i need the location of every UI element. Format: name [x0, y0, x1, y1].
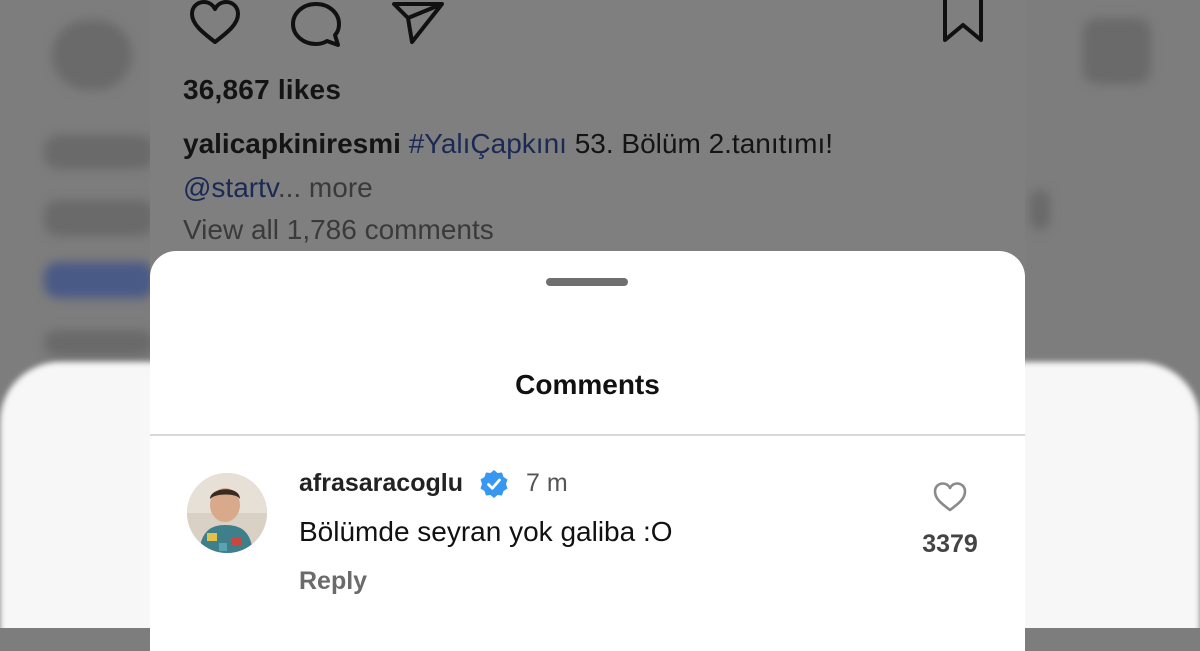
- caption-text: 53. Bölüm 2.tanıtımı!: [566, 128, 834, 159]
- blurred-text: [44, 200, 154, 236]
- blurred-text: [1030, 190, 1050, 230]
- caption-more[interactable]: ... more: [278, 172, 373, 203]
- blurred-text: [44, 135, 154, 169]
- post-action-bar: [150, 0, 1025, 50]
- caption-hashtag[interactable]: #YalıÇapkını: [409, 128, 567, 159]
- view-all-comments-link[interactable]: View all 1,786 comments: [183, 214, 494, 246]
- post-caption: yalicapkiniresmi #YalıÇapkını 53. Bölüm …: [183, 122, 1003, 210]
- comment-like-count: 3379: [922, 530, 978, 558]
- sheet-drag-handle[interactable]: [546, 278, 628, 286]
- comment-username[interactable]: afrasaracoglu: [299, 469, 463, 498]
- blurred-text: [44, 330, 154, 356]
- blurred-heart-icon: [52, 20, 132, 90]
- comment-time: 7 m: [526, 469, 568, 497]
- avatar[interactable]: [187, 473, 267, 553]
- send-icon[interactable]: [390, 0, 446, 46]
- comment-text: Bölümde seyran yok galiba :O: [299, 516, 673, 547]
- bookmark-icon[interactable]: [940, 0, 986, 46]
- comment-icon[interactable]: [288, 0, 344, 48]
- divider: [150, 434, 1025, 436]
- blurred-bookmark-icon: [1083, 18, 1151, 84]
- caption-mention[interactable]: @startv: [183, 172, 278, 203]
- reply-button[interactable]: Reply: [299, 567, 367, 596]
- sheet-title: Comments: [515, 369, 660, 400]
- heart-icon[interactable]: [186, 0, 244, 46]
- comment-like-icon[interactable]: [932, 481, 968, 518]
- likes-count[interactable]: 36,867 likes: [183, 74, 341, 106]
- verified-badge-icon: [479, 469, 509, 499]
- blurred-text: [44, 262, 154, 298]
- caption-username[interactable]: yalicapkiniresmi: [183, 128, 401, 159]
- comments-sheet: Comments afrasaracoglu 7 m Bölümde seyra…: [150, 251, 1025, 651]
